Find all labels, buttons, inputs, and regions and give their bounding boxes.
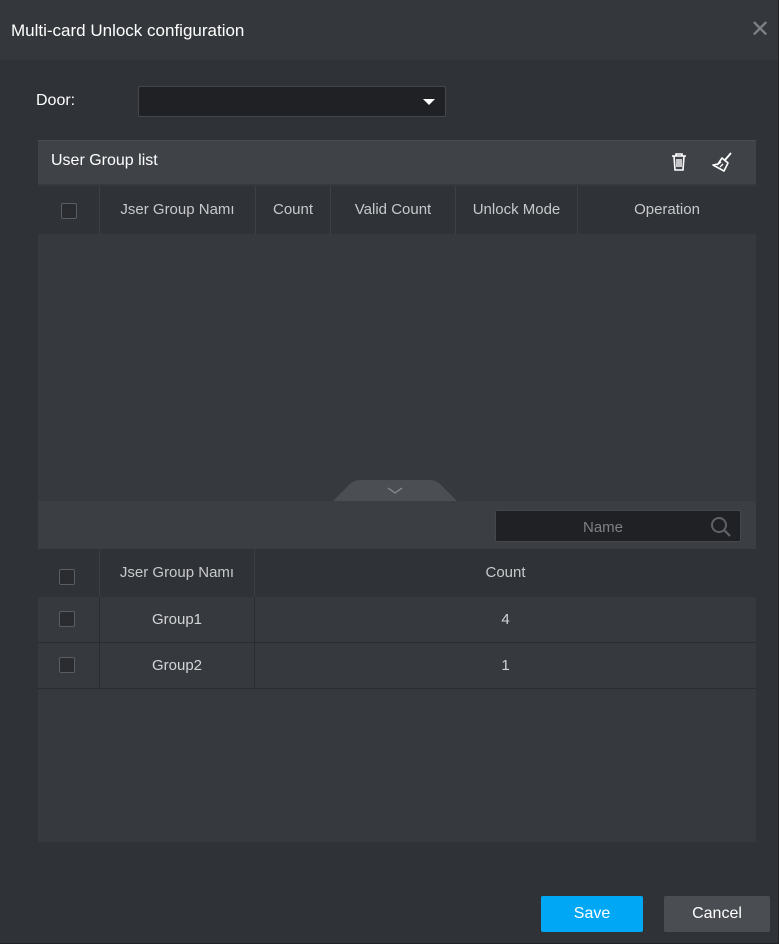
row-checkbox[interactable] (59, 611, 75, 627)
column-header[interactable]: Jser Group Namı (100, 549, 255, 597)
row-checkbox-cell (38, 643, 100, 688)
count-cell: 4 (501, 611, 510, 628)
row-checkbox[interactable] (59, 657, 75, 673)
user-group-panel: User Group list Jser Group Namı Count Va… (38, 140, 756, 842)
user-group-list-header: User Group list (38, 140, 756, 184)
search-icon[interactable] (710, 516, 732, 538)
multi-card-unlock-dialog: Multi-card Unlock configuration ✕ Door: … (0, 0, 779, 944)
column-header[interactable]: Count (256, 186, 331, 234)
user-group-list-title: User Group list (51, 152, 158, 169)
upper-table-body (38, 234, 756, 500)
column-header[interactable]: Operation (578, 186, 756, 234)
close-icon[interactable]: ✕ (748, 16, 772, 44)
table-row[interactable]: Group1 4 (38, 597, 756, 643)
search-input[interactable] (506, 514, 700, 540)
dialog-title: Multi-card Unlock configuration (11, 21, 245, 40)
lower-toolbar (38, 501, 756, 549)
chevron-down-icon (423, 99, 435, 105)
select-all-checkbox[interactable] (61, 203, 77, 219)
column-header[interactable]: Unlock Mode (456, 186, 578, 234)
broom-icon[interactable] (711, 150, 735, 174)
search-box[interactable] (495, 510, 741, 542)
trash-icon[interactable] (667, 150, 691, 174)
save-button[interactable]: Save (541, 896, 643, 932)
door-label: Door: (36, 92, 76, 109)
lower-table-header: Jser Group Namı Count (38, 549, 756, 597)
upper-table-header: Jser Group Namı Count Valid Count Unlock… (38, 186, 756, 234)
column-header[interactable]: Jser Group Namı (100, 186, 256, 234)
select-all-cell (38, 549, 100, 597)
select-all-cell (38, 186, 100, 234)
group-name-cell: Group2 (100, 643, 255, 688)
dialog-titlebar: Multi-card Unlock configuration ✕ (0, 0, 778, 60)
column-header[interactable]: Count (255, 549, 756, 597)
table-row[interactable]: Group2 1 (38, 643, 756, 689)
row-checkbox-cell (38, 597, 100, 642)
cancel-button[interactable]: Cancel (664, 896, 770, 932)
select-all-checkbox[interactable] (59, 569, 75, 585)
group-name-cell: Group1 (100, 597, 255, 642)
count-cell: 1 (501, 657, 510, 674)
door-select[interactable] (138, 86, 446, 117)
column-header[interactable]: Valid Count (331, 186, 456, 234)
